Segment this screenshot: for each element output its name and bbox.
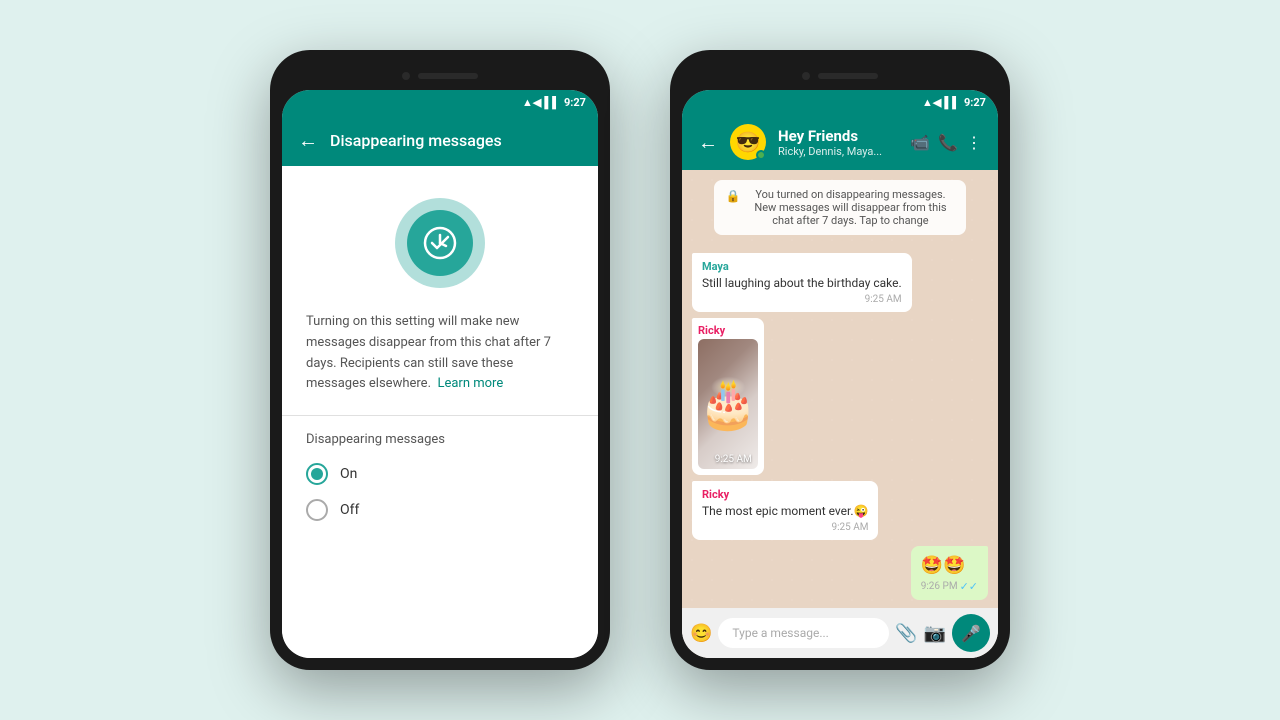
section-label: Disappearing messages [306, 432, 574, 447]
radio-off-indicator [306, 499, 328, 521]
double-check-icon: ✓✓ [960, 580, 978, 593]
message-ricky-image: Ricky 9:25 AM [692, 318, 764, 475]
sender-maya: Maya [702, 260, 902, 273]
phone-chat: ▲◀ ▌▌ 9:27 ← 😎 Hey Friends Ricky, Dennis… [670, 50, 1010, 670]
system-notification-text: You turned on disappearing messages. New… [747, 188, 955, 227]
message-maya: Maya Still laughing about the birthday c… [692, 253, 912, 312]
phone-hardware-top [282, 62, 598, 90]
voice-call-icon[interactable]: 📞 [938, 133, 958, 152]
chat-messages: Maya Still laughing about the birthday c… [682, 245, 998, 608]
status-icons: ▲◀ ▌▌ [522, 96, 560, 109]
chat-background: 🔒 You turned on disappearing messages. N… [682, 170, 998, 658]
clock-bg-circle [395, 198, 485, 288]
message-ricky-text: Ricky The most epic moment ever.😜 9:25 A… [692, 481, 878, 540]
description-section: Turning on this setting will make new me… [282, 312, 598, 416]
front-camera [402, 72, 410, 80]
radio-on-label: On [340, 466, 357, 482]
settings-content: Turning on this setting will make new me… [282, 166, 598, 658]
input-placeholder: Type a message... [732, 626, 828, 640]
sent-time: 9:26 PM ✓✓ [921, 580, 978, 593]
video-call-icon[interactable]: 📹 [910, 133, 930, 152]
icon-section [282, 166, 598, 312]
more-options-icon[interactable]: ⋮ [966, 133, 982, 152]
phone2-earpiece [818, 73, 878, 79]
group-avatar: 😎 [730, 124, 766, 160]
clock-icon [407, 210, 473, 276]
page-title: Disappearing messages [330, 131, 582, 150]
clock-svg [422, 225, 458, 261]
learn-more-link[interactable]: Learn more [437, 376, 503, 391]
sender-ricky-text: Ricky [702, 488, 868, 501]
group-info: Hey Friends Ricky, Dennis, Maya... [778, 127, 898, 158]
chat-action-icons: 📹 📞 ⋮ [910, 133, 982, 152]
sent-timestamp: 9:26 PM [921, 581, 958, 592]
chat-signal-bars: ▌▌ [944, 96, 960, 109]
phone2-screen: ▲◀ ▌▌ 9:27 ← 😎 Hey Friends Ricky, Dennis… [682, 90, 998, 658]
camera-icon[interactable]: 📷 [924, 623, 946, 644]
chat-back-button[interactable]: ← [698, 130, 718, 155]
group-subtitle: Ricky, Dennis, Maya... [778, 145, 898, 158]
emoji-input-icon[interactable]: 😊 [690, 623, 712, 644]
message-input[interactable]: Type a message... [718, 618, 889, 648]
chat-appbar: ← 😎 Hey Friends Ricky, Dennis, Maya... 📹… [682, 114, 998, 170]
attachment-icon[interactable]: 📎 [895, 623, 917, 644]
chat-wifi-icon: ▲◀ [922, 96, 941, 109]
maya-time: 9:25 AM [702, 294, 902, 305]
maya-text: Still laughing about the birthday cake. [702, 275, 902, 292]
mic-button[interactable]: 🎤 [952, 614, 990, 652]
sent-text: 🤩🤩 [921, 553, 978, 578]
sender-ricky-image: Ricky [698, 324, 758, 337]
description-text: Turning on this setting will make new me… [306, 312, 574, 395]
cake-image: 9:25 AM [698, 339, 758, 469]
setting-section: Disappearing messages On Off [282, 416, 598, 551]
phone-screen-settings: ▲◀ ▌▌ 9:27 ← Disappearing messages [282, 90, 598, 658]
description-body: Turning on this setting will make new me… [306, 314, 551, 391]
lock-icon: 🔒 [726, 189, 741, 203]
group-name: Hey Friends [778, 127, 898, 145]
scene: ▲◀ ▌▌ 9:27 ← Disappearing messages [270, 50, 1010, 670]
message-sent: 🤩🤩 9:26 PM ✓✓ [911, 546, 988, 600]
system-notification[interactable]: 🔒 You turned on disappearing messages. N… [714, 180, 967, 235]
chat-status-time: 9:27 [964, 96, 986, 109]
online-indicator [756, 150, 766, 160]
status-bar-chat: ▲◀ ▌▌ 9:27 [682, 90, 998, 114]
mic-icon: 🎤 [961, 624, 981, 643]
radio-on[interactable]: On [306, 463, 574, 485]
ricky-text: The most epic moment ever.😜 [702, 503, 868, 520]
appbar-settings: ← Disappearing messages [282, 114, 598, 166]
radio-off[interactable]: Off [306, 499, 574, 521]
image-time: 9:25 AM [715, 454, 752, 465]
signal-bars: ▌▌ [544, 96, 560, 109]
wifi-icon: ▲◀ [522, 96, 541, 109]
chat-input-bar: 😊 Type a message... 📎 📷 🎤 [682, 608, 998, 658]
phone-settings: ▲◀ ▌▌ 9:27 ← Disappearing messages [270, 50, 610, 670]
status-time: 9:27 [564, 96, 586, 109]
back-button[interactable]: ← [298, 128, 318, 153]
ricky-time: 9:25 AM [702, 522, 868, 533]
radio-on-indicator [306, 463, 328, 485]
radio-off-label: Off [340, 502, 359, 518]
phone2-front-camera [802, 72, 810, 80]
earpiece-speaker [418, 73, 478, 79]
status-bar-settings: ▲◀ ▌▌ 9:27 [282, 90, 598, 114]
phone2-hardware-top [682, 62, 998, 90]
radio-on-dot [311, 468, 323, 480]
chat-status-icons: ▲◀ ▌▌ [922, 96, 960, 109]
